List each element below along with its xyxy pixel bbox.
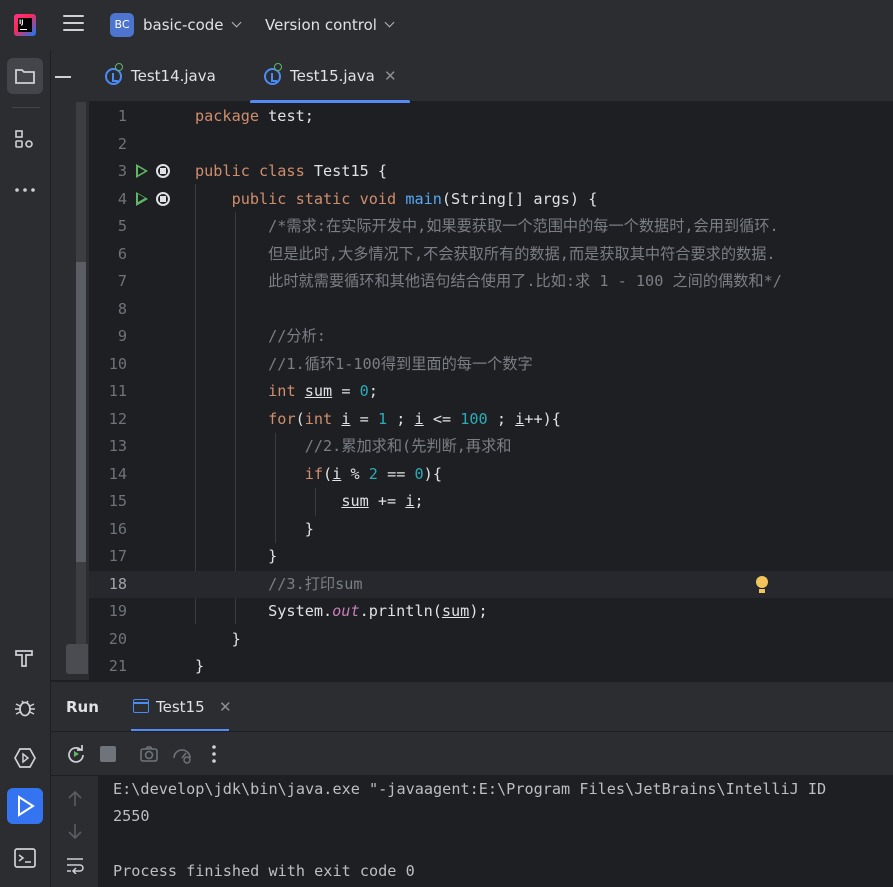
run-tab-test15[interactable]: Test15 ✕	[131, 682, 251, 732]
console-line: Process finished with exit code 0	[113, 862, 415, 880]
run-gutter-icon[interactable]	[136, 191, 148, 206]
build-tool-button[interactable]	[7, 640, 43, 676]
structure-tool-button[interactable]	[7, 122, 43, 158]
run-tab-label: Test15	[156, 698, 205, 716]
code-line-16: 16 }	[108, 519, 314, 538]
code-line-7: 7 此时就需要循环和其他语句结合使用了.比如:求 1 - 100 之间的偶数和*…	[117, 272, 782, 290]
run-toolbar	[51, 731, 893, 776]
build-icon	[15, 650, 33, 667]
stop-icon[interactable]	[100, 746, 116, 762]
console-side-toolbar	[51, 776, 99, 887]
project-panel-scroll-corner	[66, 644, 88, 674]
minimize-icon[interactable]	[55, 76, 71, 78]
console-line: 2550	[113, 807, 150, 825]
code-line-3: 3 public class Test15 {	[117, 162, 388, 180]
version-control-label: Version control	[265, 16, 377, 34]
runnable-badge-icon	[115, 63, 123, 71]
code-line-13: 13 //2.累加求和(先判断,再求和	[108, 437, 512, 455]
chevron-down-icon	[384, 17, 395, 28]
kebab-icon[interactable]	[204, 744, 224, 764]
debug-gutter-icon[interactable]	[156, 164, 170, 178]
project-name: basic-code	[143, 16, 224, 34]
title-bar: IJ BC basic-code Version control	[0, 0, 893, 50]
version-control-menu[interactable]: Version control	[265, 16, 395, 34]
terminal-icon	[14, 848, 36, 868]
code-line-21: 21}	[108, 657, 205, 675]
code-line-12: 12 for(int i = 1 ; i <= 100 ; i++){	[108, 409, 561, 428]
soft-wrap-icon[interactable]	[65, 856, 85, 874]
run-tool-window-header: Run Test15 ✕	[51, 681, 893, 732]
close-icon[interactable]: ✕	[219, 698, 232, 716]
code-line-9: 9 //分析:	[117, 327, 326, 345]
run-panel-title: Run	[66, 698, 99, 716]
run-tool-button[interactable]	[7, 788, 43, 824]
more-tool-windows-button[interactable]	[7, 172, 43, 208]
code-line-2: 2	[117, 134, 127, 153]
services-tool-button[interactable]	[7, 740, 43, 776]
code-line-5: 5 /*需求:在实际开发中,如果要获取一个范围中的每一个数据时,会用到循环.	[117, 217, 779, 235]
jetbrains-logo-icon[interactable]: IJ	[14, 14, 36, 36]
scroll-up-icon[interactable]	[67, 790, 83, 808]
debug-icon	[15, 700, 35, 717]
run-console[interactable]: E:\develop\jdk\bin\java.exe "-javaagent:…	[99, 776, 893, 887]
code-line-18: 18 //3.打印sum	[89, 570, 893, 598]
scroll-down-icon[interactable]	[67, 822, 83, 840]
code-line-8: 8	[117, 299, 127, 318]
project-badge[interactable]: BC	[110, 13, 134, 37]
tool-window-strip	[0, 50, 51, 887]
screenshot-icon[interactable]	[139, 744, 159, 764]
code-line-20: 20 }	[108, 629, 241, 648]
menu-icon[interactable]	[63, 15, 84, 35]
editor-tabs: Test14.java Test15.java ✕	[89, 50, 893, 104]
project-selector[interactable]: basic-code	[143, 16, 241, 34]
terminal-tool-button[interactable]	[7, 840, 43, 876]
services-icon	[14, 748, 36, 768]
code-line-11: 11 int sum = 0;	[108, 382, 378, 400]
chevron-down-icon	[231, 17, 241, 28]
code-line-19: 19 System.out.println(sum);	[108, 602, 488, 620]
debug-gutter-icon[interactable]	[156, 191, 170, 206]
structure-icon	[15, 130, 33, 148]
console-line: E:\develop\jdk\bin\java.exe "-javaagent:…	[113, 780, 827, 798]
code-line-10: 10 //1.循环1-100得到里面的每一个数字	[108, 354, 533, 373]
project-tool-button[interactable]	[7, 58, 43, 94]
close-icon[interactable]: ✕	[384, 50, 397, 102]
tab-label: Test14.java	[131, 67, 216, 85]
code-line-6: 6 但是此时,大多情况下,不会获取所有的数据,而是获取其中符合要求的数据.	[117, 244, 776, 263]
code-line-17: 17 }	[108, 547, 278, 565]
tab-label: Test15.java	[290, 67, 375, 85]
run-config-icon	[133, 699, 149, 713]
run-icon	[18, 795, 35, 817]
folder-icon	[15, 69, 35, 84]
run-gutter-icon[interactable]	[136, 164, 148, 178]
code-line-14: 14 if(i % 2 == 0){	[108, 464, 442, 483]
runnable-badge-icon	[274, 63, 282, 71]
code-line-1: 1 package test;	[117, 107, 314, 125]
code-line-15: 15 sum += i;	[108, 492, 424, 510]
lightbulb-icon[interactable]	[756, 575, 768, 593]
project-panel	[51, 50, 89, 680]
rerun-icon[interactable]	[66, 744, 86, 764]
debug-tool-button[interactable]	[7, 690, 43, 726]
project-scrollbar-thumb[interactable]	[76, 262, 86, 562]
profiler-icon[interactable]	[172, 744, 192, 764]
code-line-4: 4 public static void main(String[] args)…	[117, 189, 598, 208]
more-icon	[15, 188, 35, 192]
code-editor[interactable]: 1 package test; 2 3 public class Test15 { …	[89, 103, 893, 680]
